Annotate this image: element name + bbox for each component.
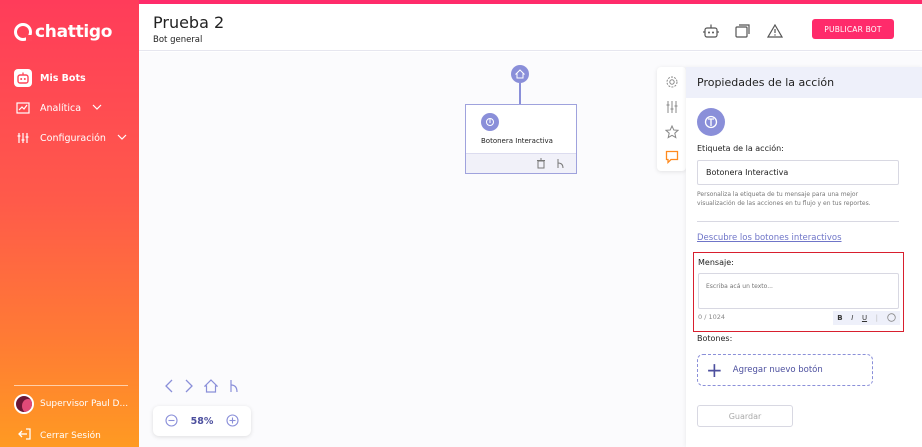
home-icon <box>515 69 525 79</box>
logout-label: Cerrar Sesión <box>40 430 101 441</box>
panel-title: Propiedades de la acción <box>697 76 835 89</box>
sidebar: chattigo Mis Bots Analítica Configuració… <box>0 0 139 447</box>
plus-icon: + <box>706 358 723 382</box>
sliders-icon <box>14 129 32 147</box>
user-name: Supervisor Paul D... <box>40 399 129 409</box>
char-counter: 0 / 1024 <box>698 313 725 321</box>
buttons-label: Botones: <box>697 334 733 343</box>
warning-icon[interactable] <box>765 21 785 41</box>
trash-icon[interactable] <box>536 154 546 173</box>
start-node[interactable] <box>511 65 529 83</box>
zoom-in-icon[interactable] <box>226 412 239 431</box>
toolbar-separator: | <box>875 314 879 322</box>
add-button-label: Agregar nuevo botón <box>732 365 823 375</box>
logout-icon <box>18 428 32 443</box>
interactive-buttons-icon <box>697 108 725 136</box>
panel-divider <box>697 221 899 222</box>
sidebar-item-configuracion[interactable]: Configuración <box>14 129 127 147</box>
add-button-button[interactable]: + Agregar nuevo botón <box>697 354 873 386</box>
copy-icon[interactable] <box>733 21 753 41</box>
bot-test-icon[interactable] <box>701 21 721 41</box>
chevron-down-icon[interactable] <box>117 133 127 143</box>
page-title: Prueba 2 <box>153 13 225 32</box>
chat-bubble-icon[interactable] <box>663 148 681 166</box>
message-label: Mensaje: <box>698 258 734 267</box>
logo-text: chattigo <box>35 22 113 42</box>
star-icon[interactable] <box>663 123 681 141</box>
sidebar-item-label: Mis Bots <box>40 72 86 84</box>
action-label-title: Etiqueta de la acción: <box>697 144 784 153</box>
branch-icon[interactable] <box>228 378 240 397</box>
panel-tool-strip <box>657 67 686 171</box>
zoom-out-icon[interactable] <box>165 412 178 431</box>
sidebar-item-label: Analítica <box>40 102 82 114</box>
action-node-card[interactable]: Botonera Interactiva <box>465 104 577 174</box>
save-button[interactable]: Guardar <box>697 405 793 427</box>
chevron-right-icon[interactable] <box>184 378 194 397</box>
chevron-down-icon[interactable] <box>92 103 102 113</box>
avatar <box>14 394 34 414</box>
page-subtitle: Bot general <box>153 35 203 45</box>
message-section: Mensaje: 0 / 1024 B I U | <box>693 252 904 332</box>
action-node-footer <box>466 153 576 173</box>
properties-panel: Propiedades de la acción Etiqueta de la … <box>686 67 922 447</box>
flow-connector <box>519 83 521 104</box>
underline-button[interactable]: U <box>862 314 867 322</box>
user-profile[interactable]: Supervisor Paul D... <box>14 394 128 414</box>
bold-button[interactable]: B <box>837 314 842 322</box>
publish-bot-button[interactable]: PUBLICAR BOT <box>812 19 894 39</box>
sidebar-item-label: Configuración <box>40 132 106 144</box>
chat-bubble-icon <box>14 23 32 41</box>
home-icon[interactable] <box>203 378 219 397</box>
panel-header: Propiedades de la acción <box>686 67 922 98</box>
emoji-icon[interactable] <box>886 312 896 324</box>
sidebar-divider <box>14 385 128 386</box>
italic-button[interactable]: I <box>851 314 853 322</box>
chevron-left-icon[interactable] <box>164 378 174 397</box>
sliders-icon[interactable] <box>663 98 681 116</box>
header-actions <box>701 21 785 41</box>
branch-icon[interactable] <box>556 154 566 173</box>
gear-icon[interactable] <box>663 73 681 91</box>
robot-icon <box>14 69 32 87</box>
zoom-level: 58% <box>190 415 214 427</box>
header: Prueba 2 Bot general PUBLICAR BOT <box>139 4 922 51</box>
message-textarea[interactable] <box>698 273 899 309</box>
analytics-icon <box>14 99 32 117</box>
canvas-navigation <box>164 378 240 397</box>
sidebar-item-mis-bots[interactable]: Mis Bots <box>14 69 86 87</box>
discover-buttons-link[interactable]: Descubre los botones interactivos <box>697 233 842 243</box>
zoom-control: 58% <box>153 406 251 436</box>
action-label-input[interactable] <box>697 160 899 185</box>
action-node-label: Botonera Interactiva <box>481 137 553 145</box>
logout-button[interactable]: Cerrar Sesión <box>18 428 101 443</box>
chattigo-logo[interactable]: chattigo <box>14 22 112 42</box>
action-label-help: Personaliza la etiqueta de tu mensaje pa… <box>697 191 871 207</box>
format-toolbar: B I U | <box>833 311 900 325</box>
interactive-buttons-icon <box>481 113 499 131</box>
sidebar-item-analitica[interactable]: Analítica <box>14 99 102 117</box>
